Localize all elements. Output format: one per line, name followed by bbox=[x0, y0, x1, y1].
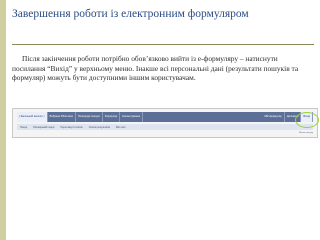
menu-footer-text: Меню пошуку bbox=[299, 132, 313, 134]
top-menu: ( Загальний каталог ) Вибрана бібліотека… bbox=[17, 112, 313, 122]
sub-view-list[interactable]: Переглянути список bbox=[57, 126, 85, 129]
menu-form[interactable]: Формуляр bbox=[103, 112, 121, 122]
secondary-menu: Пошук Розширений пошук Переглянути списо… bbox=[17, 124, 313, 130]
highlight-circle bbox=[295, 112, 319, 128]
sub-search[interactable]: Пошук bbox=[17, 126, 30, 129]
sub-advanced-search[interactable]: Розширений пошук bbox=[30, 126, 57, 129]
slide-left-stripe bbox=[0, 0, 6, 240]
slide-title: Завершення роботи із електронним формуля… bbox=[12, 8, 249, 20]
slide-paragraph: Після закінчення роботи потрібно обов’яз… bbox=[12, 54, 299, 83]
sub-results-list[interactable]: Список результатів bbox=[86, 126, 113, 129]
menu-my-form[interactable]: Мій формуляр bbox=[262, 112, 285, 122]
title-divider bbox=[12, 44, 314, 45]
menu-catalog[interactable]: ( Загальний каталог ) bbox=[17, 112, 48, 122]
catalog-screenshot: ( Загальний каталог ) Вибрана бібліотека… bbox=[12, 108, 318, 138]
menu-settings[interactable]: Налаштування bbox=[120, 112, 144, 122]
menu-library[interactable]: Вибрана бібліотека bbox=[48, 112, 76, 122]
menu-previous-searches[interactable]: Попередні пошуки bbox=[76, 112, 103, 122]
sub-my-sessions[interactable]: Мої сесії bbox=[113, 126, 129, 129]
